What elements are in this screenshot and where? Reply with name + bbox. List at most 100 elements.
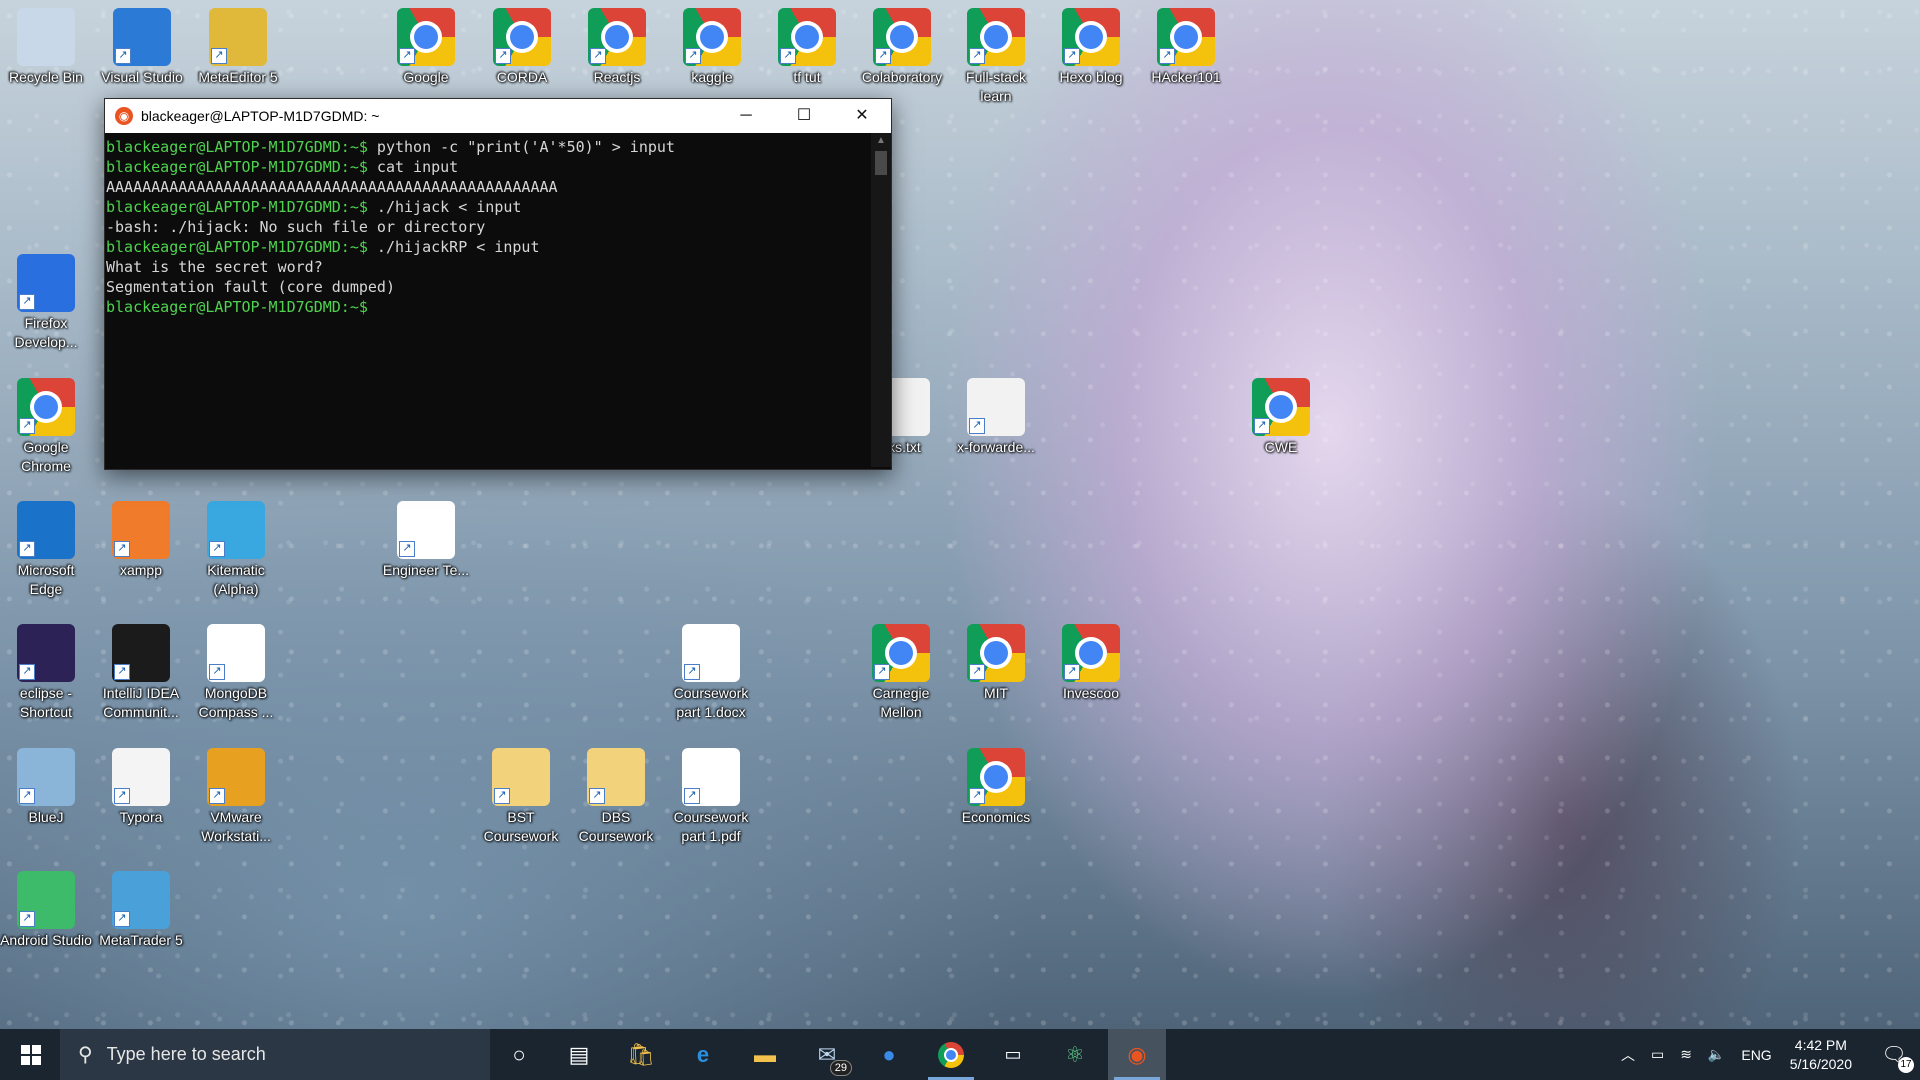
desktop-icon[interactable]: ↗ MetaTrader 5 — [95, 871, 187, 950]
desktop-icon[interactable]: ↗ CORDA — [476, 8, 568, 87]
shortcut-arrow-icon: ↗ — [969, 664, 985, 680]
desktop-icon[interactable]: ↗ Economics — [950, 748, 1042, 827]
desktop-icon[interactable]: ↗ xampp — [95, 501, 187, 580]
desktop-icon-label: Engineer Te... — [382, 562, 470, 578]
terminal-text: ./hijackRP < input — [367, 238, 540, 256]
terminal-scrollbar[interactable]: ▲ — [871, 133, 891, 467]
terminal-line: blackeager@LAPTOP-M1D7GDMD:~$ — [106, 297, 891, 317]
taskbar-mail[interactable]: ✉ 29 — [798, 1029, 856, 1080]
shortcut-arrow-icon: ↗ — [1254, 418, 1270, 434]
desktop-icon-label: Microsoft Edge — [17, 562, 75, 597]
desktop-icon[interactable]: ↗ MetaEditor 5 — [192, 8, 284, 87]
shortcut-arrow-icon: ↗ — [19, 788, 35, 804]
chrome-icon — [938, 1041, 964, 1068]
mongodb-icon: ↗ — [207, 624, 265, 682]
chrome-icon: ↗ — [967, 8, 1025, 66]
taskbar-cmd[interactable]: ▭ — [984, 1029, 1042, 1080]
wifi-icon[interactable]: ≋ — [1680, 1046, 1692, 1063]
start-button[interactable] — [0, 1029, 60, 1080]
terminal-window[interactable]: ◉ blackeager@LAPTOP-M1D7GDMD: ~ ─ ☐ ✕ bl… — [104, 98, 892, 470]
desktop-icon[interactable]: ↗ MIT — [950, 624, 1042, 703]
terminal-titlebar[interactable]: ◉ blackeager@LAPTOP-M1D7GDMD: ~ ─ ☐ ✕ — [105, 99, 891, 133]
desktop-icon[interactable]: ↗ Visual Studio — [96, 8, 188, 87]
taskbar-edge[interactable]: e — [674, 1029, 732, 1080]
desktop-icon[interactable]: ↗ Full-stack learn — [950, 8, 1042, 106]
desktop-icon[interactable]: ↗ Hexo blog — [1045, 8, 1137, 87]
battery-icon[interactable]: ▭ — [1651, 1046, 1664, 1063]
desktop-icon[interactable]: ↗ BST Coursework — [475, 748, 567, 846]
task-view-button[interactable]: ▤ — [550, 1029, 608, 1080]
cortana-button[interactable]: ○ — [490, 1029, 548, 1080]
desktop-icon[interactable]: ↗ HAcker101 — [1140, 8, 1232, 87]
taskbar-atom[interactable]: ⚛ — [1046, 1029, 1104, 1080]
folder-icon: ▬ — [754, 1041, 776, 1067]
taskbar-file-explorer[interactable]: ▬ — [736, 1029, 794, 1080]
cortana-icon: ○ — [512, 1041, 526, 1067]
desktop-icon[interactable]: ↗ eclipse - Shortcut — [0, 624, 92, 722]
terminal-icon: ▭ — [1004, 1044, 1022, 1064]
terminal-output[interactable]: blackeager@LAPTOP-M1D7GDMD:~$ python -c … — [105, 133, 891, 463]
desktop-icon[interactable]: ↗ Google — [380, 8, 472, 87]
desktop-icon[interactable]: ↗ tf tut — [761, 8, 853, 87]
system-tray: ︿ ▭ ≋ 🔈 ENG 4:42 PM 5/16/2020 🗨 17 — [1613, 1029, 1920, 1080]
volume-icon[interactable]: 🔈 — [1708, 1046, 1725, 1063]
desktop-icon[interactable]: ↗ Typora — [95, 748, 187, 827]
language-indicator[interactable]: ENG — [1741, 1047, 1771, 1063]
vmware-icon: ↗ — [207, 748, 265, 806]
desktop-icon[interactable]: ↗ DBS Coursework — [570, 748, 662, 846]
desktop-icon[interactable]: ↗ CWE — [1235, 378, 1327, 457]
desktop-icon[interactable]: ↗ Colaboratory — [856, 8, 948, 87]
terminal-text: ./hijack < input — [367, 198, 522, 216]
notification-center-button[interactable]: 🗨 17 — [1874, 1042, 1914, 1073]
shortcut-arrow-icon: ↗ — [1064, 48, 1080, 64]
shortcut-arrow-icon: ↗ — [685, 48, 701, 64]
close-button[interactable]: ✕ — [833, 99, 891, 133]
taskbar-chrome[interactable] — [922, 1029, 980, 1080]
taskbar-firefox[interactable]: ● — [860, 1029, 918, 1080]
desktop-icon[interactable]: Recycle Bin — [0, 8, 92, 87]
desktop-icon[interactable]: ↗ Engineer Te... — [380, 501, 472, 580]
desktop-icon[interactable]: ↗ Android Studio — [0, 871, 92, 950]
firefox-developer-icon: ↗ — [17, 254, 75, 312]
shortcut-arrow-icon: ↗ — [969, 418, 985, 434]
shortcut-arrow-icon: ↗ — [590, 48, 606, 64]
shortcut-arrow-icon: ↗ — [19, 541, 35, 557]
chrome-icon: ↗ — [588, 8, 646, 66]
terminal-line: blackeager@LAPTOP-M1D7GDMD:~$ ./hijackRP… — [106, 237, 891, 257]
taskbar-search-box[interactable]: ⚲ Type here to search — [60, 1029, 490, 1080]
desktop-icon[interactable]: ↗ Coursework part 1.pdf — [665, 748, 757, 846]
desktop-icon[interactable]: ↗ x-forwarde... — [950, 378, 1042, 457]
shortcut-arrow-icon: ↗ — [114, 541, 130, 557]
chrome-icon: ↗ — [1157, 8, 1215, 66]
xampp-icon: ↗ — [112, 501, 170, 559]
desktop-icon-label: Carnegie Mellon — [872, 685, 930, 720]
desktop-icon[interactable]: ↗ BlueJ — [0, 748, 92, 827]
desktop-icon[interactable]: ↗ VMware Workstati... — [190, 748, 282, 846]
maximize-button[interactable]: ☐ — [775, 99, 833, 133]
taskbar-store[interactable]: 🛍 — [612, 1029, 670, 1080]
desktop-icon[interactable]: ↗ Firefox Develop... — [0, 254, 92, 352]
scroll-thumb[interactable] — [875, 151, 887, 175]
desktop-icon[interactable]: ↗ kaggle — [666, 8, 758, 87]
edge-icon: ↗ — [17, 501, 75, 559]
desktop-icon[interactable]: ↗ Coursework part 1.docx — [665, 624, 757, 722]
desktop-icon-label: Hexo blog — [1059, 69, 1123, 85]
desktop-icon[interactable]: ↗ Invescoo — [1045, 624, 1137, 703]
desktop-icon[interactable]: ↗ MongoDB Compass ... — [190, 624, 282, 722]
desktop-icon[interactable]: ↗ Reactjs — [571, 8, 663, 87]
scroll-up-icon[interactable]: ▲ — [871, 133, 891, 149]
clock[interactable]: 4:42 PM 5/16/2020 — [1790, 1036, 1852, 1074]
taskbar: ⚲ Type here to search ○ ▤ 🛍 e ▬ ✉ 29 ● ▭… — [0, 1029, 1920, 1080]
desktop-icon[interactable]: ↗ Carnegie Mellon — [855, 624, 947, 722]
desktop-icon-label: xampp — [119, 562, 163, 578]
desktop-icon[interactable]: ↗ IntelliJ IDEA Communit... — [95, 624, 187, 722]
desktop-icon[interactable]: ↗ Google Chrome — [0, 378, 92, 476]
desktop-icon-label: Colaboratory — [861, 69, 943, 85]
minimize-button[interactable]: ─ — [717, 99, 775, 133]
shortcut-arrow-icon: ↗ — [969, 788, 985, 804]
desktop-icon[interactable]: ↗ Microsoft Edge — [0, 501, 92, 599]
chevron-up-icon[interactable]: ︿ — [1621, 1045, 1635, 1065]
folder-icon: ↗ — [492, 748, 550, 806]
taskbar-ubuntu[interactable]: ◉ — [1108, 1029, 1166, 1080]
desktop-icon[interactable]: ↗ Kitematic (Alpha) — [190, 501, 282, 599]
